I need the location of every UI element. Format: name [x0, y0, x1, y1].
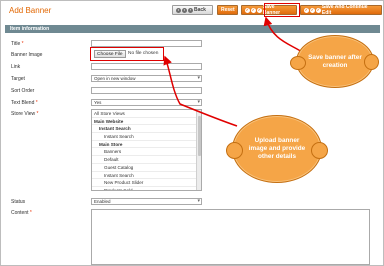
store-view-option[interactable]: Instant Search	[92, 125, 201, 134]
store-view-option[interactable]: All Store Views	[92, 110, 201, 118]
sort-order-label: Sort Order	[11, 88, 35, 94]
title-label: Title *	[11, 41, 24, 47]
text-blend-label: Text Blend *	[11, 100, 38, 106]
save-callout: Save banner after creation	[290, 35, 379, 88]
check-icon: ✓	[250, 7, 256, 13]
content-textarea[interactable]	[91, 209, 370, 265]
link-input[interactable]	[91, 63, 202, 70]
scrollbar-thumb[interactable]	[198, 116, 201, 156]
store-view-option[interactable]: Main Store	[92, 141, 201, 149]
text-blend-select[interactable]: Yes	[91, 99, 202, 106]
save-and-continue-label: Save And Continue Edit	[321, 4, 368, 16]
upload-callout-text: Upload banner image and provide other de…	[248, 137, 306, 160]
target-select[interactable]: Open in new window	[91, 75, 202, 82]
back-label: Back	[194, 7, 206, 13]
check-icon: ✓	[256, 7, 262, 13]
page-title: Add Banner	[9, 6, 52, 15]
content-label: Content *	[11, 210, 32, 216]
status-label: Status	[11, 199, 26, 205]
store-view-option[interactable]: Main Website	[92, 118, 201, 126]
section-header: Item information	[5, 25, 380, 33]
banner-image-label: Banner Image	[11, 52, 43, 58]
check-icon: ✓	[309, 7, 315, 13]
store-view-option[interactable]: Default	[92, 156, 201, 164]
store-view-option[interactable]: New Product Slider	[92, 179, 201, 187]
store-view-multiselect[interactable]: All Store Views Main Website Instant Searc…	[91, 109, 202, 191]
store-view-option[interactable]: Guest Catalog	[92, 164, 201, 172]
check-icon: ✓	[315, 7, 321, 13]
store-view-label: Store View *	[11, 111, 39, 117]
back-button[interactable]: • • ‹ Back	[172, 5, 213, 15]
upload-highlight-box	[90, 47, 164, 61]
store-view-option[interactable]: Banners	[92, 148, 201, 157]
store-view-options: All Store Views Main Website Instant Searc…	[92, 110, 201, 190]
status-select[interactable]: Enabled	[91, 198, 202, 205]
reset-label: Reset	[221, 7, 235, 13]
arrow-icon: •	[182, 7, 187, 13]
check-icon: ✓	[304, 7, 309, 13]
store-view-option[interactable]: Instant Search	[92, 133, 201, 141]
store-view-option[interactable]: Instant Search	[92, 172, 201, 180]
reset-button[interactable]: Reset	[217, 5, 238, 15]
sort-order-input[interactable]	[91, 87, 202, 94]
target-label: Target	[11, 76, 25, 82]
scrollbar[interactable]	[196, 110, 201, 190]
title-input[interactable]	[91, 40, 202, 47]
save-and-continue-button[interactable]: ✓ ✓ ✓ Save And Continue Edit	[300, 4, 382, 16]
back-icon: ‹	[188, 7, 193, 13]
link-label: Link	[11, 64, 21, 70]
arrow-icon: •	[176, 7, 181, 13]
save-callout-text: Save banner after creation	[308, 53, 362, 69]
upload-callout: Upload banner image and provide other de…	[226, 115, 328, 183]
store-view-option[interactable]: Products Sold	[92, 187, 201, 190]
save-highlight-box	[264, 3, 300, 17]
check-icon: ✓	[245, 7, 250, 13]
